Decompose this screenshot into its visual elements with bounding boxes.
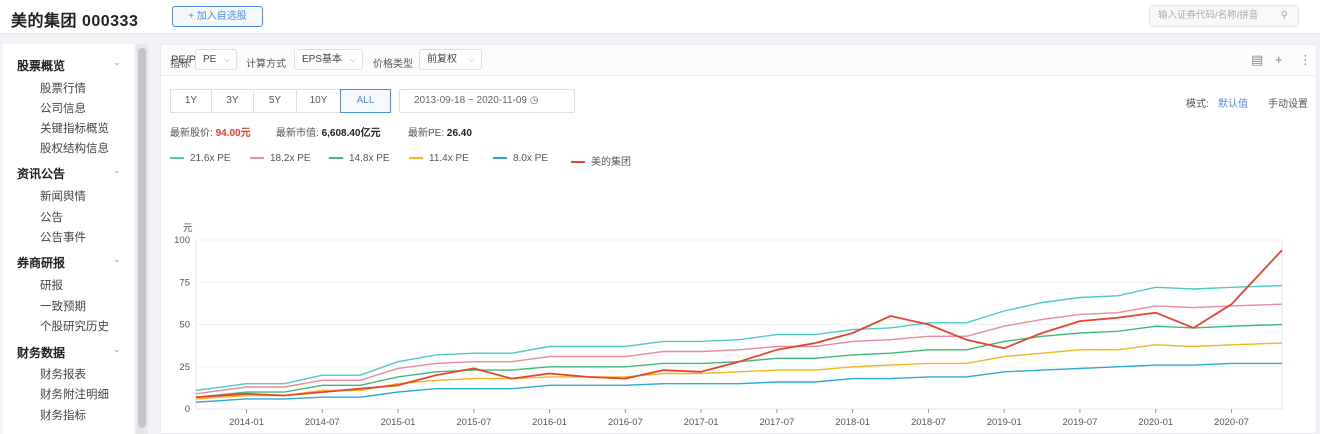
search-icon[interactable]: ⚲ xyxy=(1281,6,1288,26)
indicator-select[interactable]: PE ⌵ xyxy=(195,49,237,70)
price-type-label: 价格类型 xyxy=(373,59,413,70)
search-input[interactable]: 输入证券代码/名称/拼音 ⚲ xyxy=(1149,5,1299,27)
legend-item[interactable]: 11.4x PE xyxy=(409,153,469,164)
sidebar-section[interactable]: 财务数据 ⌄ xyxy=(17,344,121,361)
chevron-down-icon[interactable]: ⌄ xyxy=(113,254,121,265)
sidebar-section[interactable]: 股票概览 ⌄ xyxy=(17,57,121,74)
sidebar-item[interactable]: 新闻舆情 xyxy=(40,188,86,204)
search-placeholder: 输入证券代码/名称/拼音 xyxy=(1158,10,1259,21)
calendar-icon: ◷ xyxy=(529,95,539,106)
latest-price: 最新股价: 94.00元 xyxy=(170,128,251,139)
mode-custom-link[interactable]: 手动设置 xyxy=(1268,95,1308,110)
latest-pe: 最新PE: 26.40 xyxy=(408,128,472,139)
chevron-down-icon: ⌵ xyxy=(223,55,230,64)
sidebar-scrollbar[interactable] xyxy=(136,44,148,434)
sidebar-item[interactable]: 股票行情 xyxy=(40,80,86,96)
y-tick-label: 100 xyxy=(174,235,190,246)
indicator-label: 指标 xyxy=(170,59,190,70)
sidebar-item[interactable]: 个股研究历史 xyxy=(40,318,109,334)
period-all-button[interactable]: ALL xyxy=(340,89,391,113)
x-tick-label: 2020-01 xyxy=(1138,417,1173,428)
legend-item[interactable]: 18.2x PE xyxy=(250,153,311,164)
sidebar-item[interactable]: 股权结构信息 xyxy=(40,140,109,156)
add-icon[interactable]: + xyxy=(1275,52,1283,67)
sidebar-item[interactable]: 财务报表 xyxy=(40,366,86,382)
period-1y-button[interactable]: 1Y xyxy=(170,89,212,113)
price-type-select[interactable]: 前复权 ⌵ xyxy=(419,49,482,70)
sidebar-item[interactable]: 一致预期 xyxy=(40,298,86,314)
sidebar-item[interactable]: 财务附注明细 xyxy=(40,386,109,402)
chevron-down-icon: ⌵ xyxy=(468,55,475,64)
legend-item[interactable]: 美的集团 xyxy=(571,153,631,168)
chevron-down-icon[interactable]: ⌄ xyxy=(113,57,121,68)
sidebar-item[interactable]: 财务指标 xyxy=(40,407,86,423)
x-tick-label: 2019-01 xyxy=(987,417,1022,428)
y-tick-label: 75 xyxy=(179,277,190,288)
latest-market-cap: 最新市值: 6,608.40亿元 xyxy=(276,128,381,139)
legend-item[interactable]: 14.8x PE xyxy=(329,153,390,164)
more-icon[interactable]: ⋮ xyxy=(1299,52,1312,68)
x-tick-label: 2014-01 xyxy=(229,417,264,428)
x-tick-label: 2016-07 xyxy=(608,417,643,428)
scrollbar-thumb[interactable] xyxy=(138,48,146,428)
x-tick-label: 2019-07 xyxy=(1063,417,1098,428)
pe-band-chart: 0 25 50 75 100 2014-01 2014-07 2015-01 2015-07 20… xyxy=(174,235,1283,428)
y-tick-label: 0 xyxy=(185,404,190,415)
legend-item[interactable]: 8.0x PE xyxy=(493,153,548,164)
sidebar-item[interactable]: 公告 xyxy=(40,209,63,225)
sidebar-item[interactable]: 关键指标概览 xyxy=(40,120,109,136)
sidebar-section[interactable]: 券商研报 ⌄ xyxy=(17,254,121,271)
date-range-picker[interactable]: 2013-09-18 ~ 2020-11-09 ◷ xyxy=(399,89,575,113)
mode-default-link[interactable]: 默认值 xyxy=(1218,95,1248,110)
period-3y-button[interactable]: 3Y xyxy=(211,89,254,113)
series-line-0 xyxy=(195,284,1283,392)
legend-item[interactable]: 21.6x PE xyxy=(170,153,231,164)
chevron-down-icon: ⌵ xyxy=(349,55,356,64)
x-tick-label: 2015-01 xyxy=(381,417,416,428)
export-icon[interactable]: ▤ xyxy=(1251,52,1263,68)
calc-method-select[interactable]: EPS基本 ⌵ xyxy=(294,49,363,70)
sidebar-item[interactable]: 研报 xyxy=(40,277,63,293)
x-tick-label: 2015-07 xyxy=(456,417,491,428)
chevron-down-icon[interactable]: ⌄ xyxy=(113,165,121,176)
x-tick-label: 2017-07 xyxy=(759,417,794,428)
x-tick-label: 2018-07 xyxy=(911,417,946,428)
sidebar: 股票概览 ⌄ 股票行情 公司信息 关键指标概览 股权结构信息 资讯公告 ⌄ 新闻舆情… xyxy=(3,44,134,434)
top-bar: 美的集团 000333 + 加入自选股 输入证券代码/名称/拼音 ⚲ xyxy=(0,0,1320,34)
period-10y-button[interactable]: 10Y xyxy=(296,89,341,113)
sidebar-section[interactable]: 资讯公告 ⌄ xyxy=(17,165,121,182)
y-tick-label: 50 xyxy=(179,320,190,331)
company-title: 美的集团 000333 xyxy=(11,13,139,30)
add-watchlist-button[interactable]: + 加入自选股 xyxy=(172,6,263,27)
x-tick-label: 2020-07 xyxy=(1214,417,1249,428)
x-tick-label: 2017-01 xyxy=(684,417,719,428)
y-tick-label: 25 xyxy=(179,362,190,373)
x-tick-label: 2018-01 xyxy=(835,417,870,428)
calc-method-label: 计算方式 xyxy=(246,59,286,70)
x-tick-label: 2014-07 xyxy=(305,417,340,428)
chevron-down-icon[interactable]: ⌄ xyxy=(113,344,121,355)
sidebar-item[interactable]: 公告事件 xyxy=(40,229,86,245)
series-line-4 xyxy=(195,362,1282,403)
mode-label: 模式: xyxy=(1186,99,1209,110)
sidebar-item[interactable]: 公司信息 xyxy=(40,100,86,116)
period-5y-button[interactable]: 5Y xyxy=(253,89,297,113)
series-line-3 xyxy=(195,342,1283,400)
x-tick-label: 2016-01 xyxy=(532,417,567,428)
